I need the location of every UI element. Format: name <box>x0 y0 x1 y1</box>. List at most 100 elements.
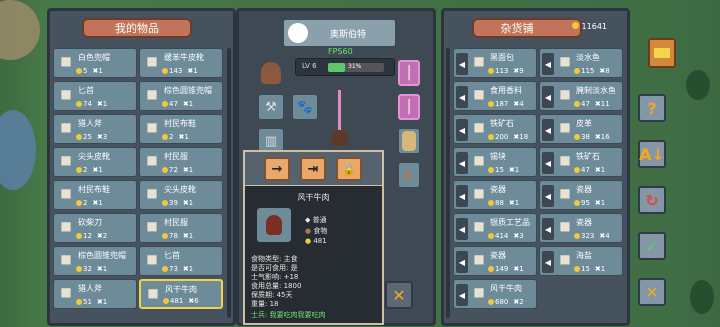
sell-arrow-icon[interactable]: ◀ <box>542 251 554 273</box>
my-item-slot[interactable]: ■ 村民服 72 ✖1 <box>139 147 223 177</box>
shop-item-slot[interactable]: ◀ ■ 淡水鱼 115 ✖8 <box>539 48 623 78</box>
mount-slot[interactable]: ♞ <box>398 162 420 188</box>
my-item-slot[interactable]: ■ 尖头皮靴 39 ✖1 <box>139 180 223 210</box>
equip-button[interactable]: ⇥ <box>300 157 326 181</box>
shop-item-slot[interactable]: ◀ ■ 瓷器 323 ✖4 <box>539 213 623 243</box>
my-item-slot[interactable]: ■ 砍柴刀 12 ✖2 <box>53 213 137 243</box>
sell-arrow-icon[interactable]: ◀ <box>542 86 554 108</box>
confirm-button[interactable]: ✓ <box>638 232 666 260</box>
my-items-title: 我的物品 <box>82 18 192 38</box>
coin-icon <box>574 200 580 206</box>
axe-icon: ■ <box>60 120 72 134</box>
help-button[interactable]: ? <box>638 94 666 122</box>
item-qty: ✖6 <box>188 297 199 305</box>
my-item-slot[interactable]: ■ 村民布鞋 2 ✖1 <box>139 114 223 144</box>
shop-item-slot[interactable]: ◀ ■ 铁矿石 200 ✖18 <box>453 114 537 144</box>
item-qty: ✖1 <box>182 100 194 108</box>
item-price-qty: 481 ✖6 <box>163 297 199 305</box>
shop-item-slot[interactable]: ◀ ■ 腌制淡水鱼 47 ✖11 <box>539 81 623 111</box>
sell-arrow-icon[interactable]: ◀ <box>456 86 468 108</box>
shop-item-slot[interactable]: ◀ ■ 食用香料 187 ✖4 <box>453 81 537 111</box>
move-button[interactable]: → <box>264 157 290 181</box>
left-hand-slot[interactable]: │ <box>398 94 420 120</box>
ore-icon: ■ <box>473 120 485 134</box>
my-item-slot[interactable]: ■ 匕首 73 ✖1 <box>139 246 223 276</box>
my-item-slot[interactable]: ■ 猎人斧 51 ✖1 <box>53 279 137 309</box>
shop-item-slot[interactable]: ◀ ■ 海盐 15 ✖1 <box>539 246 623 276</box>
shop-item-slot[interactable]: ◀ ■ 黑面包 113 ✖9 <box>453 48 537 78</box>
item-price: 680 <box>495 298 509 306</box>
my-item-slot[interactable]: ■ 尖头皮靴 2 ✖1 <box>53 147 137 177</box>
sell-arrow-icon[interactable]: ◀ <box>542 119 554 141</box>
shop-item-slot[interactable]: ◀ ■ 瓷器 149 ✖1 <box>453 246 537 276</box>
item-price: 12 <box>83 232 92 240</box>
my-item-slot[interactable]: ■ 猎人斧 25 ✖3 <box>53 114 137 144</box>
item-qty-value: 1 <box>102 100 108 108</box>
coin-icon <box>162 134 168 140</box>
cancel-icon: ✕ <box>645 282 659 302</box>
item-qty-value: 1 <box>98 67 103 75</box>
sell-arrow-icon[interactable]: ◀ <box>456 284 468 306</box>
lock-button[interactable]: 🔒 <box>336 157 362 181</box>
sell-arrow-icon[interactable]: ◀ <box>542 218 554 240</box>
item-qty: ✖1 <box>92 166 103 174</box>
shop-item-slot[interactable]: ◀ ■ 铁矿石 47 ✖1 <box>539 147 623 177</box>
item-price: 2 <box>83 166 88 174</box>
item-qty-value: 8 <box>605 67 610 75</box>
my-item-slot[interactable]: ■ 风干牛肉 481 ✖6 <box>139 279 223 309</box>
item-price: 2 <box>83 199 88 207</box>
trinket-slot[interactable]: 🐾 <box>292 94 318 120</box>
sell-arrow-icon[interactable]: ◀ <box>542 185 554 207</box>
helmet-slot[interactable] <box>258 60 284 86</box>
shield-slot[interactable] <box>398 128 420 154</box>
sell-arrow-icon[interactable]: ◀ <box>456 152 468 174</box>
porcelain-icon: ■ <box>559 186 571 200</box>
right-hand-slot[interactable]: │ <box>398 60 420 86</box>
item-price: 73 <box>169 265 178 273</box>
shop-item-slot[interactable]: ◀ ■ 风干牛肉 680 ✖2 <box>453 279 537 309</box>
item-price-qty: 323 ✖4 <box>574 232 610 240</box>
my-item-slot[interactable]: ■ 村民服 78 ✖1 <box>139 213 223 243</box>
left-scrollbar[interactable] <box>227 48 231 318</box>
sell-arrow-icon[interactable]: ◀ <box>456 218 468 240</box>
item-qty: ✖9 <box>513 67 524 75</box>
my-item-slot[interactable]: ■ 白色兜帽 5 ✖1 <box>53 48 137 78</box>
item-name: 匕首 <box>164 251 180 260</box>
refresh-icon: ↻ <box>645 190 659 210</box>
shop-item-slot[interactable]: ◀ ■ 皮革 38 ✖16 <box>539 114 623 144</box>
sell-arrow-icon[interactable]: ◀ <box>456 251 468 273</box>
sell-arrow-icon[interactable]: ◀ <box>456 53 468 75</box>
sort-button[interactable]: A↓ <box>638 140 666 168</box>
my-item-slot[interactable]: ■ 棕色圆锥兜帽 32 ✖1 <box>53 246 137 276</box>
item-qty-value: 9 <box>519 67 524 75</box>
item-qty-value: 1 <box>600 199 606 207</box>
center-close-button[interactable]: ✕ <box>385 281 413 309</box>
sell-arrow-icon[interactable]: ◀ <box>542 152 554 174</box>
weapon-slot[interactable]: ⚒ <box>258 94 284 120</box>
item-qty: ✖1 <box>513 265 524 273</box>
coin-icon <box>488 101 494 107</box>
item-price: 38 <box>581 133 590 141</box>
my-item-slot[interactable]: ■ 缓苯牛皮靴 143 ✖1 <box>139 48 223 78</box>
item-price-qty: 414 ✖3 <box>488 232 524 240</box>
sell-arrow-icon[interactable]: ◀ <box>456 119 468 141</box>
my-item-slot[interactable]: ■ 匕首 74 ✖1 <box>53 81 137 111</box>
shop-item-slot[interactable]: ◀ ■ 瓷器 88 ✖1 <box>453 180 537 210</box>
shop-item-slot[interactable]: ◀ ■ 锡块 15 ✖1 <box>453 147 537 177</box>
my-item-slot[interactable]: ■ 棕色圆锥兜帽 47 ✖1 <box>139 81 223 111</box>
item-qty: ✖1 <box>96 100 108 108</box>
cancel-button[interactable]: ✕ <box>638 278 666 306</box>
refresh-button[interactable]: ↻ <box>638 186 666 214</box>
sell-arrow-icon[interactable]: ◀ <box>542 53 554 75</box>
item-price: 187 <box>495 100 509 108</box>
my-item-slot[interactable]: ■ 村民布鞋 2 ✖1 <box>53 180 137 210</box>
item-price: 481 <box>170 297 184 305</box>
shirt-icon: ■ <box>146 219 158 233</box>
shop-item-slot[interactable]: ◀ ■ 瓷器 95 ✖1 <box>539 180 623 210</box>
shop-scrollbar[interactable] <box>446 48 450 318</box>
sell-arrow-icon[interactable]: ◀ <box>456 185 468 207</box>
coin-icon <box>162 167 168 173</box>
item-price: 47 <box>169 100 178 108</box>
shop-item-slot[interactable]: ◀ ■ 银质工艺品 414 ✖3 <box>453 213 537 243</box>
tooltip-stat-line: 士气影响: +18 <box>251 273 299 281</box>
